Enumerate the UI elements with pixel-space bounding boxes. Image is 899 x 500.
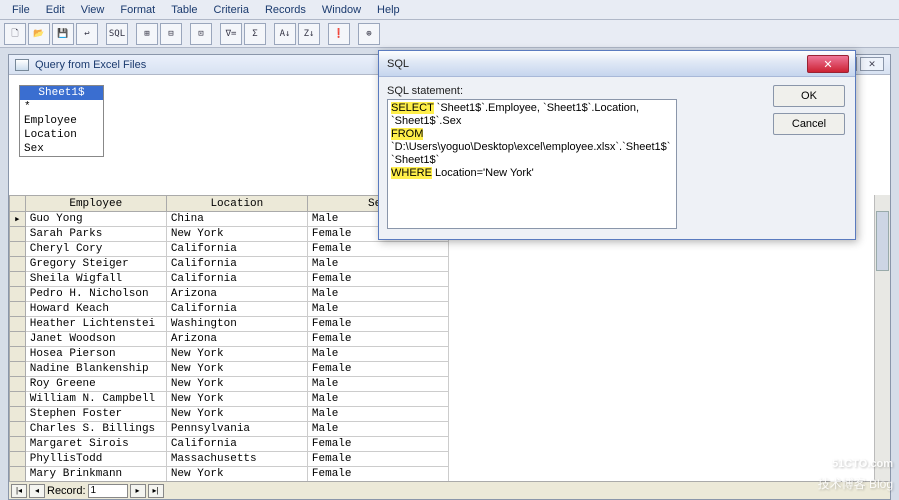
menu-criteria[interactable]: Criteria bbox=[206, 2, 257, 18]
field-item[interactable]: * bbox=[20, 100, 103, 114]
table-row[interactable]: Hosea PiersonNew YorkMale bbox=[10, 347, 449, 362]
toolbar-button[interactable]: ↩ bbox=[76, 23, 98, 45]
field-list-header: Sheet1$ bbox=[20, 86, 103, 100]
menu-edit[interactable]: Edit bbox=[38, 2, 73, 18]
table-row[interactable]: Pedro H. NicholsonArizonaMale bbox=[10, 287, 449, 302]
toolbar-button[interactable]: 📂 bbox=[28, 23, 50, 45]
dialog-titlebar[interactable]: SQL ✕ bbox=[379, 51, 855, 77]
nav-next[interactable]: ▸ bbox=[130, 484, 146, 498]
table-row[interactable]: Janet WoodsonArizonaFemale bbox=[10, 332, 449, 347]
sort-desc-button[interactable]: Z↓ bbox=[298, 23, 320, 45]
field-list[interactable]: Sheet1$ *EmployeeLocationSex bbox=[19, 85, 104, 157]
table-row[interactable]: Margaret SiroisCaliforniaFemale bbox=[10, 437, 449, 452]
field-item[interactable]: Sex bbox=[20, 142, 103, 156]
sql-dialog: SQL ✕ SQL statement: SELECT `Sheet1$`.Em… bbox=[378, 50, 856, 240]
table-row[interactable]: Gregory SteigerCaliforniaMale bbox=[10, 257, 449, 272]
menu-bar: FileEditViewFormatTableCriteriaRecordsWi… bbox=[0, 0, 899, 20]
toolbar-button[interactable]: 💾 bbox=[52, 23, 74, 45]
toolbar-button[interactable]: 🗋 bbox=[4, 23, 26, 45]
toolbar-button[interactable]: ⊕ bbox=[358, 23, 380, 45]
toolbar-button[interactable]: ❗ bbox=[328, 23, 350, 45]
record-label: Record: bbox=[47, 485, 86, 497]
table-row[interactable]: Heather LichtensteiWashingtonFemale bbox=[10, 317, 449, 332]
table-row[interactable]: Sheila WigfallCaliforniaFemale bbox=[10, 272, 449, 287]
column-header[interactable]: Employee bbox=[25, 196, 166, 212]
menu-format[interactable]: Format bbox=[112, 2, 163, 18]
window-title: Query from Excel Files bbox=[35, 59, 146, 71]
menu-table[interactable]: Table bbox=[163, 2, 205, 18]
dialog-close-button[interactable]: ✕ bbox=[807, 55, 849, 73]
menu-window[interactable]: Window bbox=[314, 2, 369, 18]
menu-help[interactable]: Help bbox=[369, 2, 408, 18]
window-icon bbox=[15, 59, 29, 71]
toolbar-button[interactable]: ⊟ bbox=[160, 23, 182, 45]
table-row[interactable]: Mary BrinkmannNew YorkFemale bbox=[10, 467, 449, 482]
close-button[interactable]: ✕ bbox=[860, 57, 884, 71]
toolbar-button[interactable]: Σ bbox=[244, 23, 266, 45]
nav-first[interactable]: |◂ bbox=[11, 484, 27, 498]
table-row[interactable]: Stephen FosterNew YorkMale bbox=[10, 407, 449, 422]
toolbar-button[interactable]: ⊞ bbox=[136, 23, 158, 45]
field-item[interactable]: Location bbox=[20, 128, 103, 142]
sort-asc-button[interactable]: A↓ bbox=[274, 23, 296, 45]
nav-prev[interactable]: ◂ bbox=[29, 484, 45, 498]
toolbar-button[interactable]: ⊡ bbox=[190, 23, 212, 45]
watermark: 51CTO.com 技术博客 Blog bbox=[818, 454, 893, 494]
cancel-button[interactable]: Cancel bbox=[773, 113, 845, 135]
record-navigator: |◂ ◂ Record: ▸ ▸| bbox=[9, 481, 890, 499]
menu-view[interactable]: View bbox=[73, 2, 113, 18]
toolbar-button[interactable]: ∇= bbox=[220, 23, 242, 45]
table-row[interactable]: Charles S. BillingsPennsylvaniaMale bbox=[10, 422, 449, 437]
table-row[interactable]: PhyllisToddMassachusettsFemale bbox=[10, 452, 449, 467]
table-row[interactable]: Howard KeachCaliforniaMale bbox=[10, 302, 449, 317]
table-row[interactable]: William N. CampbellNew YorkMale bbox=[10, 392, 449, 407]
table-row[interactable]: Cheryl CoryCaliforniaFemale bbox=[10, 242, 449, 257]
field-item[interactable]: Employee bbox=[20, 114, 103, 128]
column-header[interactable]: Location bbox=[166, 196, 307, 212]
menu-file[interactable]: File bbox=[4, 2, 38, 18]
table-row[interactable]: Nadine BlankenshipNew YorkFemale bbox=[10, 362, 449, 377]
record-input[interactable] bbox=[88, 484, 128, 498]
table-row[interactable]: Roy GreeneNew YorkMale bbox=[10, 377, 449, 392]
sql-textarea[interactable]: SELECT `Sheet1$`.Employee, `Sheet1$`.Loc… bbox=[387, 99, 677, 229]
menu-records[interactable]: Records bbox=[257, 2, 314, 18]
dialog-title: SQL bbox=[387, 58, 409, 70]
toolbar: 🗋 📂 💾 ↩ SQL ⊞ ⊟ ⊡ ∇= Σ A↓ Z↓ ❗ ⊕ bbox=[0, 20, 899, 48]
ok-button[interactable]: OK bbox=[773, 85, 845, 107]
sql-button[interactable]: SQL bbox=[106, 23, 128, 45]
nav-last[interactable]: ▸| bbox=[148, 484, 164, 498]
vertical-scrollbar[interactable] bbox=[874, 195, 890, 481]
